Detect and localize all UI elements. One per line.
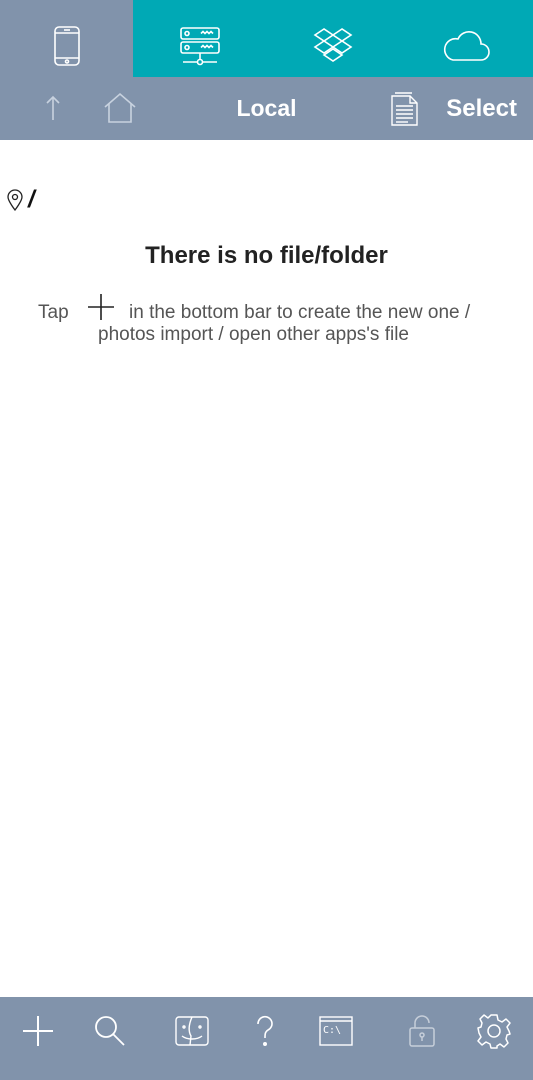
terminal-label: C:\ — [323, 1025, 342, 1036]
plus-icon — [21, 1014, 55, 1048]
location-pin-icon — [6, 189, 24, 211]
finder-icon — [174, 1014, 210, 1048]
lock-button[interactable] — [400, 1009, 444, 1053]
arrow-up-icon — [45, 95, 61, 121]
add-button[interactable] — [16, 1009, 60, 1053]
cloud-icon — [441, 29, 491, 63]
path-value: / — [28, 186, 35, 213]
hint-line-1: in the bottom bar to create the new one … — [129, 302, 471, 323]
document-button[interactable] — [388, 89, 422, 129]
plus-icon — [86, 292, 116, 322]
terminal-button[interactable]: C:\ — [314, 1009, 358, 1053]
lock-icon — [408, 1014, 436, 1048]
status-strip — [0, 0, 533, 14]
gear-icon — [476, 1013, 512, 1049]
tab-local[interactable] — [0, 14, 134, 77]
empty-state-title: There is no file/folder — [145, 242, 388, 269]
up-button[interactable] — [38, 91, 68, 125]
path-breadcrumb: / — [6, 186, 35, 214]
source-tabs — [0, 14, 533, 77]
finder-button[interactable] — [170, 1009, 214, 1053]
search-button[interactable] — [88, 1009, 132, 1053]
home-icon — [103, 92, 137, 124]
navbar: Local Select — [0, 77, 533, 140]
server-icon — [179, 25, 221, 67]
phone-icon — [53, 25, 81, 67]
tab-server[interactable] — [133, 14, 266, 77]
search-icon — [93, 1014, 127, 1048]
home-button[interactable] — [100, 89, 140, 127]
hint-line-2: photos import / open other apps's file — [98, 324, 409, 345]
tab-cloud[interactable] — [400, 14, 533, 77]
tab-dropbox[interactable] — [267, 14, 400, 77]
select-button[interactable]: Select — [446, 95, 517, 123]
document-icon — [390, 91, 420, 127]
settings-button[interactable] — [472, 1009, 516, 1053]
dropbox-icon — [313, 27, 353, 65]
status-strip-active — [0, 0, 133, 14]
terminal-icon: C:\ — [319, 1016, 353, 1046]
bottom-toolbar: C:\ — [0, 997, 533, 1080]
help-icon — [254, 1014, 276, 1048]
hint-prefix: Tap — [38, 302, 69, 323]
help-button[interactable] — [243, 1009, 287, 1053]
